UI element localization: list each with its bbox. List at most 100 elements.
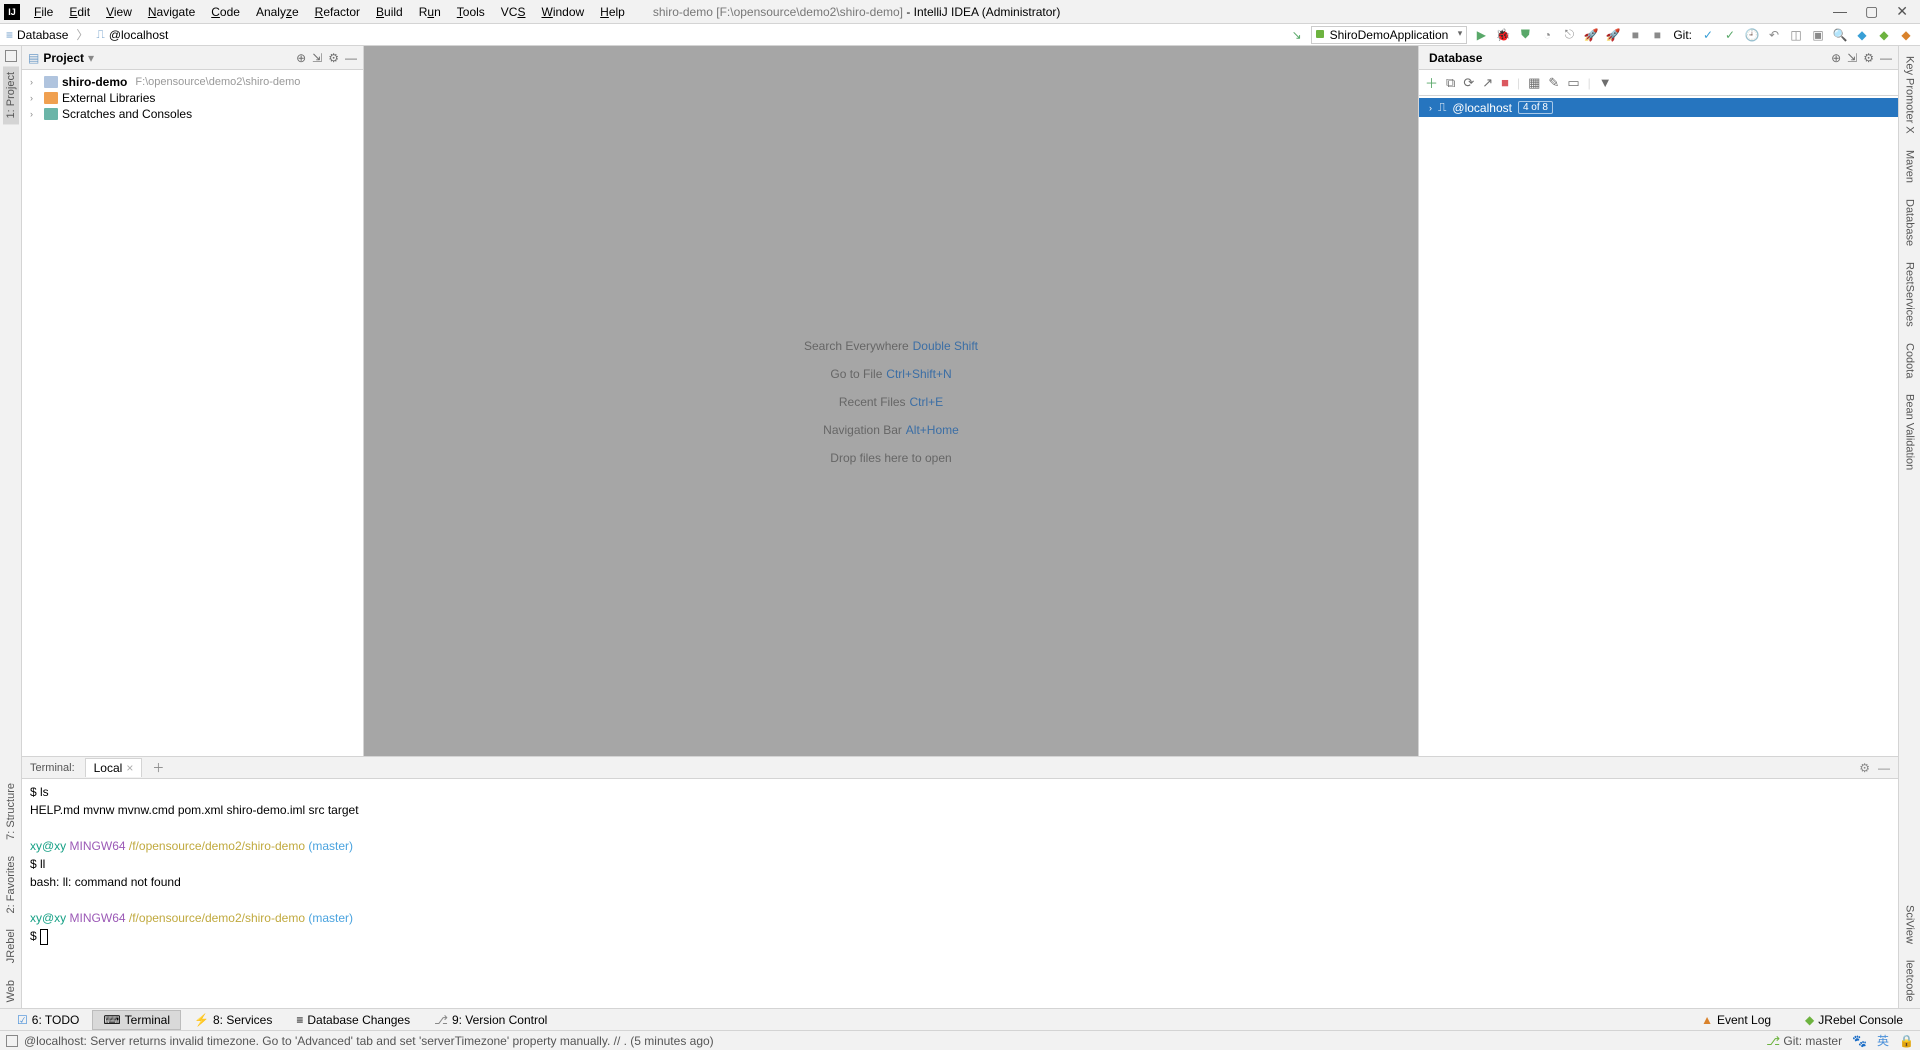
db-edit-icon[interactable]: ✎ <box>1548 75 1559 91</box>
tree-row-external-libs[interactable]: › External Libraries <box>22 90 363 106</box>
right-tab-restservices[interactable]: RestServices <box>1902 256 1918 333</box>
terminal-add-tab-icon[interactable]: ＋ <box>152 759 164 776</box>
left-tab-web[interactable]: Web <box>3 974 19 1008</box>
git-history-icon[interactable]: 🕘 <box>1744 27 1760 43</box>
profile-icon[interactable]: ◔ <box>1539 27 1555 43</box>
close-tab-icon[interactable]: × <box>126 761 133 775</box>
expand-all-icon[interactable]: ⇲ <box>312 51 322 65</box>
terminal-line: $ ll <box>30 855 1890 873</box>
gutter-square-icon[interactable] <box>5 50 17 62</box>
menu-refactor[interactable]: Refactor <box>307 5 368 19</box>
chevron-right-icon: › <box>30 77 40 87</box>
left-tab-project[interactable]: 1: Project <box>3 66 19 124</box>
db-connection-row[interactable]: › ⎍ @localhost 4 of 8 <box>1419 98 1898 117</box>
menu-run[interactable]: Run <box>411 5 449 19</box>
tab-event-log[interactable]: ▲Event Log <box>1690 1010 1782 1030</box>
status-ime-icon[interactable]: 英 <box>1877 1032 1889 1049</box>
tab-todo[interactable]: ☑6: TODO <box>6 1010 90 1030</box>
tab-version-control[interactable]: ⎇9: Version Control <box>423 1010 558 1030</box>
terminal-body[interactable]: $ ls HELP.md mvnw mvnw.cmd pom.xml shiro… <box>22 779 1898 1008</box>
menu-help[interactable]: Help <box>592 5 633 19</box>
run-config-selector[interactable]: ShiroDemoApplication <box>1311 26 1468 44</box>
breadcrumb-host[interactable]: @localhost <box>109 28 169 42</box>
db-stop-icon[interactable]: ■ <box>1501 75 1509 90</box>
git-revert-icon[interactable]: ↶ <box>1766 27 1782 43</box>
git-update-icon[interactable]: ✓ <box>1700 27 1716 43</box>
tree-row-root[interactable]: › shiro-demo F:\opensource\demo2\shiro-d… <box>22 74 363 90</box>
jrebel-run-icon[interactable]: 🚀 <box>1583 27 1599 43</box>
editor-tabs-icon[interactable]: ◫ <box>1788 27 1804 43</box>
db-view-icon[interactable]: ▭ <box>1567 75 1579 91</box>
breadcrumb-database[interactable]: Database <box>17 28 68 42</box>
menu-edit[interactable]: Edit <box>61 5 98 19</box>
ide-settings-icon[interactable]: ▣ <box>1810 27 1826 43</box>
menu-file[interactable]: File <box>26 5 61 19</box>
stop-icon[interactable]: ■ <box>1627 27 1643 43</box>
project-panel-title[interactable]: Project <box>43 51 84 65</box>
right-tab-database[interactable]: Database <box>1902 193 1918 252</box>
close-icon[interactable]: ✕ <box>1896 3 1908 20</box>
select-opened-file-icon[interactable]: ⊕ <box>296 51 306 65</box>
maximize-icon[interactable]: ▢ <box>1865 3 1878 20</box>
db-refresh-icon[interactable]: ⟳ <box>1463 75 1474 91</box>
editor-empty-state[interactable]: Search Everywhere Double Shift Go to Fil… <box>364 46 1418 756</box>
attach-icon[interactable]: ⎋ <box>1561 27 1577 43</box>
settings-gear-icon[interactable]: ⚙ <box>328 51 339 65</box>
menu-build[interactable]: Build <box>368 5 411 19</box>
git-commit-icon[interactable]: ✓ <box>1722 27 1738 43</box>
tree-row-scratches[interactable]: › Scratches and Consoles <box>22 106 363 122</box>
terminal-hide-icon[interactable]: — <box>1878 761 1890 775</box>
db-table-icon[interactable]: ▦ <box>1528 75 1540 91</box>
search-icon[interactable]: 🔍 <box>1832 27 1848 43</box>
menu-analyze[interactable]: Analyze <box>248 5 307 19</box>
jrebel-debug-icon[interactable]: 🚀 <box>1605 27 1621 43</box>
tab-terminal[interactable]: ⌨Terminal <box>92 1010 181 1030</box>
status-lock-icon[interactable]: 🔒 <box>1899 1034 1914 1048</box>
db-expand-icon[interactable]: ⇲ <box>1847 51 1857 65</box>
tab-dbchanges[interactable]: ≡Database Changes <box>285 1010 421 1030</box>
left-tab-favorites[interactable]: 2: Favorites <box>3 850 19 919</box>
tab-services[interactable]: ⚡8: Services <box>183 1010 283 1030</box>
menu-navigate[interactable]: Navigate <box>140 5 203 19</box>
menu-view[interactable]: View <box>98 5 140 19</box>
db-duplicate-icon[interactable]: ⧉ <box>1446 75 1455 91</box>
terminal-settings-gear-icon[interactable]: ⚙ <box>1859 761 1870 775</box>
right-tab-keypromoter[interactable]: Key Promoter X <box>1902 50 1918 140</box>
notification-icon[interactable]: ◆ <box>1898 27 1914 43</box>
project-dropdown-icon[interactable]: ▾ <box>88 51 94 65</box>
right-tab-maven[interactable]: Maven <box>1902 144 1918 189</box>
menu-code[interactable]: Code <box>203 5 248 19</box>
hide-panel-icon[interactable]: — <box>345 51 357 65</box>
terminal-tab-local[interactable]: Local× <box>85 758 143 777</box>
git-label: Git: <box>1673 28 1692 42</box>
debug-icon[interactable]: 🐞 <box>1495 27 1511 43</box>
build-icon[interactable]: ↘ <box>1289 27 1305 43</box>
stop-all-icon[interactable]: ■ <box>1649 27 1665 43</box>
right-tab-beanvalidation[interactable]: Bean Validation <box>1902 388 1918 476</box>
right-tab-leetcode[interactable]: leetcode <box>1902 954 1918 1008</box>
db-jump-icon[interactable]: ↗ <box>1482 75 1493 91</box>
left-tab-structure[interactable]: 7: Structure <box>3 777 19 846</box>
database-panel: Database ⊕ ⇲ ⚙ — ＋ ⧉ ⟳ ↗ ■ | ▦ ✎ ▭ <box>1418 46 1898 756</box>
right-tab-sciview[interactable]: SciView <box>1902 899 1918 950</box>
db-add-icon[interactable]: ＋ <box>1425 73 1438 92</box>
menu-vcs[interactable]: VCS <box>493 5 534 19</box>
db-settings-gear-icon[interactable]: ⚙ <box>1863 51 1874 65</box>
status-paw-icon[interactable]: 🐾 <box>1852 1034 1867 1048</box>
status-git-branch[interactable]: ⎇ Git: master <box>1766 1034 1842 1048</box>
status-square-icon[interactable] <box>6 1035 18 1047</box>
left-tab-jrebel[interactable]: JRebel <box>3 923 19 969</box>
db-locate-icon[interactable]: ⊕ <box>1831 51 1841 65</box>
menu-tools[interactable]: Tools <box>449 5 493 19</box>
codota-icon[interactable]: ◆ <box>1854 27 1870 43</box>
jrebel-toolbar-icon[interactable]: ◆ <box>1876 27 1892 43</box>
menu-window[interactable]: Window <box>533 5 592 19</box>
right-gutter: Key Promoter X Maven Database RestServic… <box>1898 46 1920 1008</box>
run-icon[interactable]: ▶ <box>1473 27 1489 43</box>
tab-jrebel-console[interactable]: ◆JRebel Console <box>1794 1010 1914 1030</box>
db-hide-panel-icon[interactable]: — <box>1880 51 1892 65</box>
right-tab-codota[interactable]: Codota <box>1902 337 1918 384</box>
coverage-icon[interactable]: ⛊ <box>1517 27 1533 43</box>
minimize-icon[interactable]: — <box>1833 3 1847 20</box>
db-filter-icon[interactable]: ▼ <box>1599 75 1612 90</box>
